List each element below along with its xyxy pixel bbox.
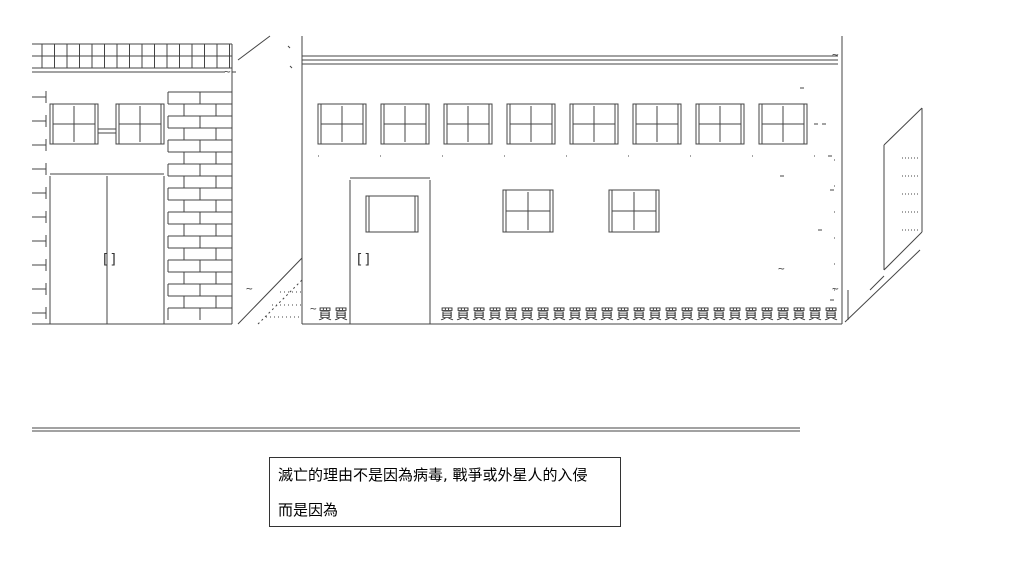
- caption-box: 滅亡的理由不是因為病毒, 戰爭或外星人的入侵 而是因為: [269, 457, 621, 527]
- tilde-mark: ~: [246, 282, 253, 295]
- fence-glyph: 買: [616, 307, 630, 323]
- tilde-mark: ~: [832, 282, 839, 295]
- fence-glyph: 買: [456, 307, 470, 323]
- door-handle-left: []: [101, 252, 118, 268]
- tilde-mark: ~: [778, 262, 785, 275]
- fence-glyph: 買: [744, 307, 758, 323]
- fence-glyph: 買: [440, 307, 454, 323]
- fence-glyph: 買: [664, 307, 678, 323]
- caption-line-2: 而是因為: [278, 501, 339, 519]
- fence-glyph: 買: [776, 307, 790, 323]
- fence-glyph: 買: [808, 307, 822, 323]
- fence-glyph: 買: [334, 307, 348, 323]
- fence-glyph: 買: [552, 307, 566, 323]
- tilde-marks: ~ ~ ~ ~ ~ ~: [224, 48, 839, 315]
- fence-glyph: 買: [696, 307, 710, 323]
- fence-glyph: 買: [584, 307, 598, 323]
- fence-glyph: 買: [824, 307, 838, 323]
- fence-glyph: 買: [488, 307, 502, 323]
- door-handle-right: []: [355, 252, 372, 268]
- fence-glyph: 買: [568, 307, 582, 323]
- fence-row: 買買買買買買買買買買買買買買買買買買買買買買買買買買買: [318, 307, 838, 323]
- fence-glyph: 買: [632, 307, 646, 323]
- fence-glyph: 買: [318, 307, 332, 323]
- fence-glyph: 買: [760, 307, 774, 323]
- fence-glyph: 買: [472, 307, 486, 323]
- fence-glyph: 買: [536, 307, 550, 323]
- fence-glyph: 買: [792, 307, 806, 323]
- tilde-mark: ~: [224, 65, 231, 78]
- fence-glyph: 買: [504, 307, 518, 323]
- fence-glyph: 買: [600, 307, 614, 323]
- fence-glyph: 買: [712, 307, 726, 323]
- fence-glyph: 買: [728, 307, 742, 323]
- caption-line-1: 滅亡的理由不是因為病毒, 戰爭或外星人的入侵: [278, 466, 588, 484]
- fence-glyph: 買: [680, 307, 694, 323]
- tilde-mark: ~: [832, 48, 839, 61]
- fence-glyph: 買: [520, 307, 534, 323]
- fence-glyph: 買: [648, 307, 662, 323]
- tilde-mark: ~: [310, 302, 317, 315]
